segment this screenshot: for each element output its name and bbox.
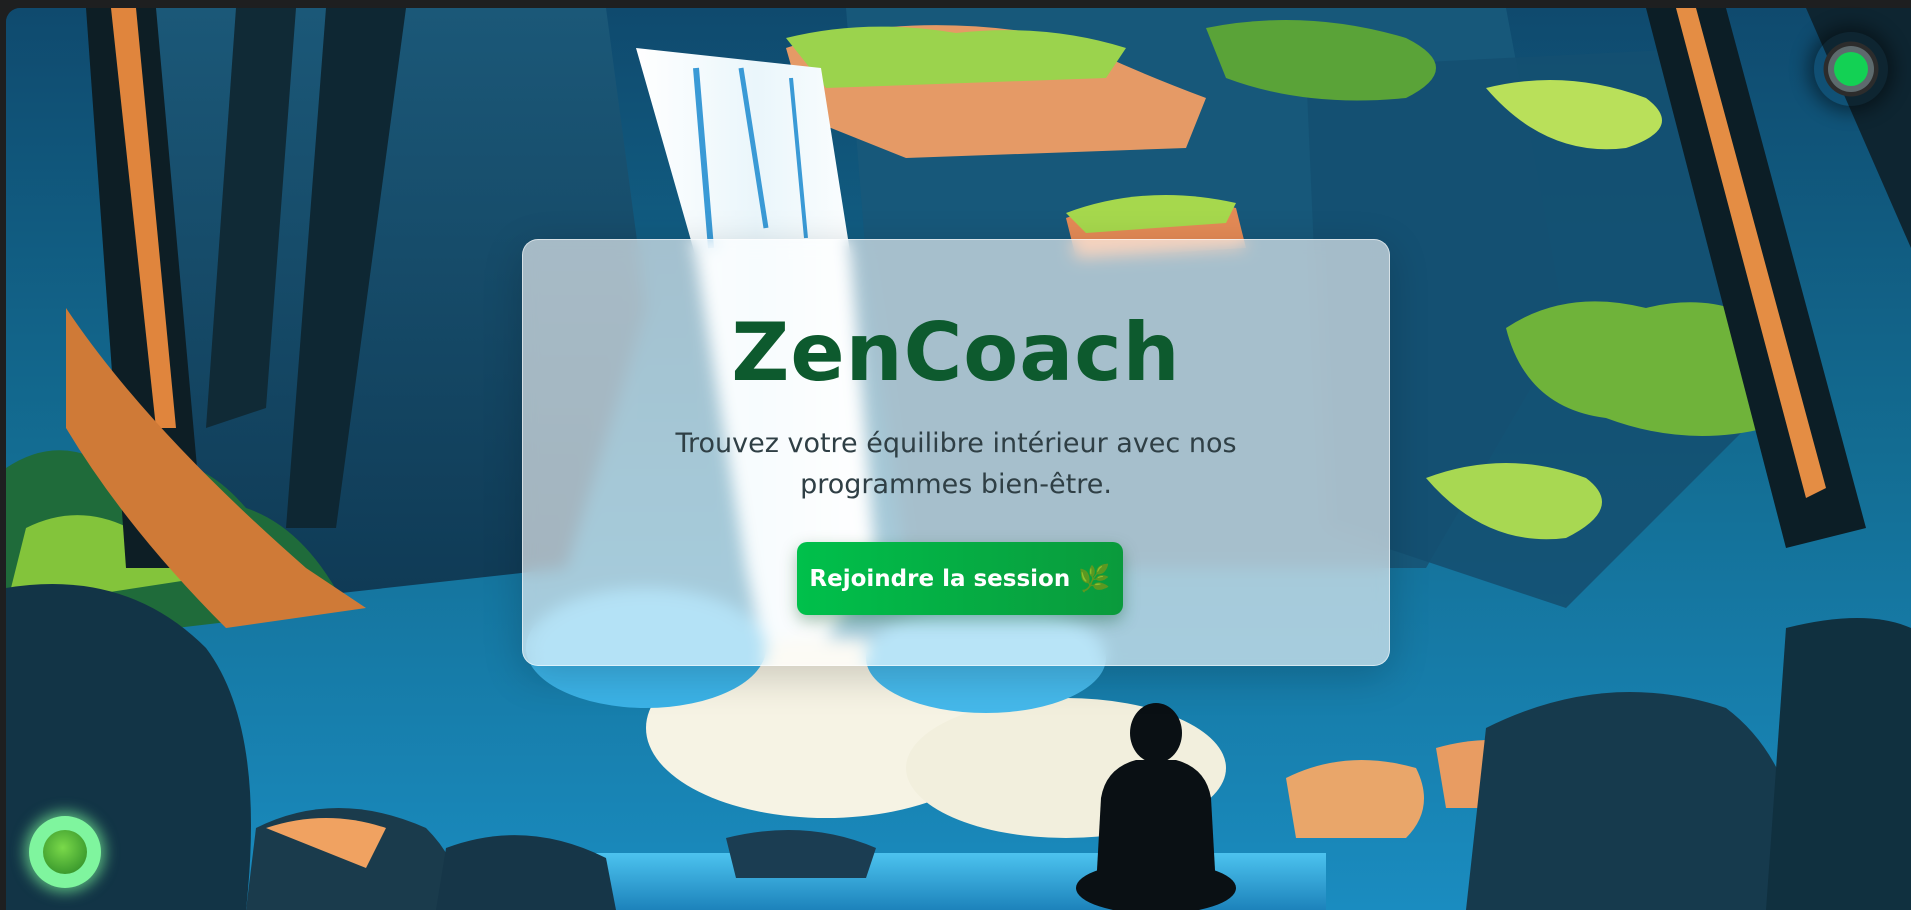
status-indicator-icon xyxy=(1814,32,1888,106)
app-title: ZenCoach xyxy=(731,306,1181,399)
join-session-label: Rejoindre la session xyxy=(809,565,1071,592)
hero-card: ZenCoach Trouvez votre équilibre intérie… xyxy=(522,239,1390,666)
assistant-orb-core xyxy=(43,830,87,874)
app-window: ZenCoach Trouvez votre équilibre intérie… xyxy=(6,8,1911,910)
join-session-button[interactable]: Rejoindre la session 🌿 xyxy=(797,542,1123,615)
assistant-orb-icon[interactable] xyxy=(29,816,101,888)
tagline-text: Trouvez votre équilibre intérieur avec n… xyxy=(675,428,1237,500)
status-dot xyxy=(1834,52,1868,86)
leaf-icon: 🌿 xyxy=(1078,563,1111,594)
